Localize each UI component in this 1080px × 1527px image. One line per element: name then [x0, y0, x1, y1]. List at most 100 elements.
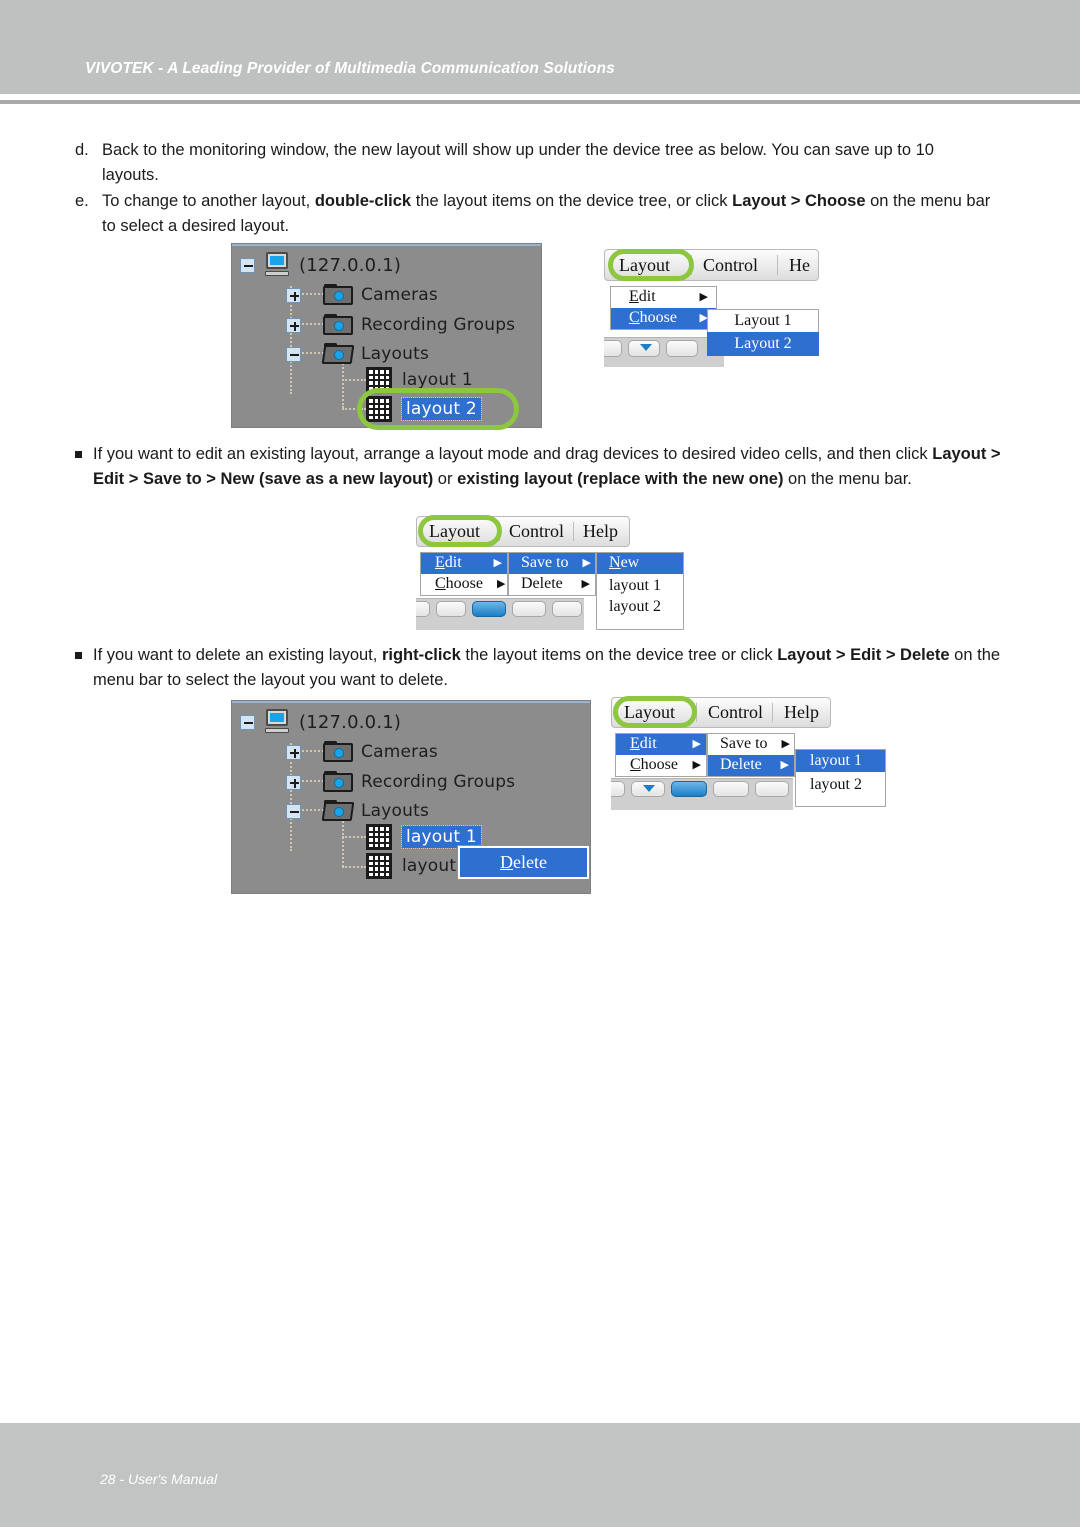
step-e-bold-1: double-click [314, 192, 412, 210]
expand-plus-icon-cameras-delete[interactable] [286, 744, 301, 760]
menu-item-save-to[interactable]: Save to ▶ [509, 553, 595, 574]
panel-top-border [232, 244, 541, 246]
submenu-item-layout-1-save[interactable]: layout 1 [597, 574, 683, 596]
tree-row-cameras-delete[interactable]: Cameras [286, 741, 438, 763]
tree-row-recording-groups[interactable]: Recording Groups [286, 314, 515, 336]
context-menu-delete: Delete [458, 846, 589, 879]
menu-item-delete-label: Delete [720, 756, 762, 773]
expand-plus-icon-recording-groups-delete[interactable] [286, 774, 301, 790]
menu-screenshot-save-to: Layout Control Help Edit ▶ Choose ▶ Save… [416, 515, 684, 630]
submenu-arrow-icon-save-to-delete: ▶ [781, 737, 791, 750]
toolbar-button-save-4[interactable] [512, 601, 546, 617]
menu-bar-separator-del-1 [696, 703, 697, 722]
page-header: VIVOTEK - A Leading Provider of Multimed… [0, 0, 1080, 94]
submenu-arrow-icon-delete: ▶ [780, 758, 789, 771]
menu-item-choose[interactable]: Choose ▶ [611, 308, 716, 329]
menu-bar-separator-1 [691, 255, 692, 275]
menu-popup-level-1-choose: Edit ▶ Choose ▶ [610, 286, 717, 330]
grid-layout-icon-1-delete [366, 824, 392, 850]
expand-plus-icon-recording-groups[interactable] [286, 317, 301, 333]
menu-bar-item-control-save[interactable]: Control [509, 521, 564, 542]
submenu-item-layout-2[interactable]: Layout 2 [707, 332, 819, 356]
header-divider-rule [0, 100, 1080, 104]
toolbar-button-3[interactable] [666, 340, 698, 357]
menu-bar-item-control-delete[interactable]: Control [708, 702, 763, 723]
page-header-title: VIVOTEK - A Leading Provider of Multimed… [85, 60, 615, 77]
menu-bar-item-help[interactable]: He [789, 255, 810, 276]
submenu-item-layout-2-label: Layout 2 [734, 335, 792, 352]
menu-bar-item-layout-delete[interactable]: Layout [624, 702, 675, 723]
submenu-item-layout-2-save[interactable]: layout 2 [597, 596, 683, 618]
tree-label-root: (127.0.0.1) [299, 254, 402, 276]
submenu-arrow-icon-choose-delete: ▶ [692, 758, 701, 771]
bullet-square-marker-2 [75, 652, 82, 659]
collapse-minus-icon-root[interactable] [240, 257, 255, 273]
toolbar-button-save-2[interactable] [436, 601, 466, 617]
toolbar-button-save-5[interactable] [552, 601, 582, 617]
bullet-delete-layout-text: If you want to delete an existing layout… [75, 643, 1005, 693]
submenu-item-layout-1-delete[interactable]: layout 1 [796, 750, 885, 772]
tree-row-layout-2[interactable]: layout 2 [366, 396, 482, 422]
tree-row-root[interactable]: (127.0.0.1) [240, 252, 401, 278]
bullet-square-marker-1 [75, 451, 82, 458]
menu-item-edit-save[interactable]: Edit ▶ [421, 553, 507, 574]
menu-bar-item-control[interactable]: Control [703, 255, 758, 276]
bullet-1-text-1: If you want to edit an existing layout, … [93, 445, 933, 463]
menu-item-save-to-delete[interactable]: Save to ▶ [708, 734, 794, 755]
step-d-text: Back to the monitoring window, the new l… [102, 141, 934, 184]
toolbar-button-del-3[interactable] [671, 781, 707, 797]
tree-label-layout-2-selected: layout 2 [401, 397, 482, 421]
collapse-minus-icon-layouts[interactable] [286, 346, 301, 362]
menu-item-choose-save[interactable]: Choose ▶ [421, 574, 507, 595]
menu-item-edit-save-label: Edit [435, 554, 462, 571]
page-footer: 28 - User's Manual [0, 1423, 1080, 1527]
menu-item-choose-delete-label: Choose [630, 756, 678, 773]
tree-label-layout-1: layout 1 [402, 370, 473, 390]
toolbar-button-del-5[interactable] [755, 781, 789, 797]
menu-item-choose-delete[interactable]: Choose ▶ [616, 755, 706, 776]
menu-bar-separator-2 [777, 255, 778, 275]
menu-item-edit-delete[interactable]: Edit ▶ [616, 734, 706, 755]
menu-bar-item-help-save[interactable]: Help [583, 521, 618, 542]
submenu-item-layout-2-delete[interactable]: layout 2 [796, 772, 885, 796]
context-menu-item-delete[interactable]: Delete [460, 848, 587, 877]
toolbar-button-save-1[interactable] [416, 601, 430, 617]
expand-plus-icon-cameras[interactable] [286, 287, 301, 303]
menu-bar-item-layout[interactable]: Layout [619, 255, 670, 276]
open-folder-icon-layouts [321, 343, 355, 365]
tree-row-layouts-delete[interactable]: Layouts [286, 800, 429, 822]
toolbar-button-1[interactable] [604, 340, 622, 357]
submenu-item-new[interactable]: New [597, 553, 683, 574]
toolbar-button-save-3[interactable] [472, 601, 506, 617]
tree-label-cameras: Cameras [361, 285, 438, 305]
folder-icon-cameras-delete [323, 741, 353, 763]
step-e-text-1: To change to another layout, [102, 192, 315, 210]
tree-row-layout-1[interactable]: layout 1 [366, 367, 473, 393]
bullet-1-text-3: on the menu bar. [783, 470, 912, 488]
menu-item-edit[interactable]: Edit ▶ [611, 287, 716, 308]
tree-row-cameras[interactable]: Cameras [286, 284, 438, 306]
submenu-item-layout-1-delete-label: layout 1 [810, 752, 862, 769]
menu-item-edit-label: Edit [629, 288, 656, 305]
menu-bar-item-layout-save[interactable]: Layout [429, 521, 480, 542]
tree-row-layouts[interactable]: Layouts [286, 343, 429, 365]
submenu-item-layout-1[interactable]: Layout 1 [707, 309, 819, 332]
device-tree-panel-choose: (127.0.0.1) Cameras Recording Groups Lay… [231, 243, 542, 430]
collapse-minus-icon-layouts-delete[interactable] [286, 803, 301, 819]
bullet-1-text-2: or [433, 470, 458, 488]
menu-item-delete[interactable]: Delete ▶ [708, 755, 794, 776]
tree-row-recording-groups-delete[interactable]: Recording Groups [286, 771, 515, 793]
tree-label-layouts-delete: Layouts [361, 801, 430, 821]
menu-bar-item-help-delete[interactable]: Help [784, 702, 819, 723]
toolbar-button-del-4[interactable] [713, 781, 749, 797]
menu-item-choose-label: Choose [629, 309, 677, 326]
collapse-minus-icon-root-delete[interactable] [240, 714, 255, 730]
tree-row-layout-2-delete[interactable]: layout [366, 853, 456, 879]
step-e-text-2: the layout items on the device tree, or … [411, 192, 733, 210]
menu-bar-delete: Layout Control Help [611, 697, 831, 728]
toolbar-button-del-1[interactable] [611, 781, 625, 797]
tree-row-root-delete[interactable]: (127.0.0.1) [240, 709, 401, 735]
folder-icon-cameras [323, 284, 353, 306]
menu-item-delete-save[interactable]: Delete ▶ [509, 574, 595, 595]
step-e-bold-2: Layout > Choose [732, 192, 866, 210]
